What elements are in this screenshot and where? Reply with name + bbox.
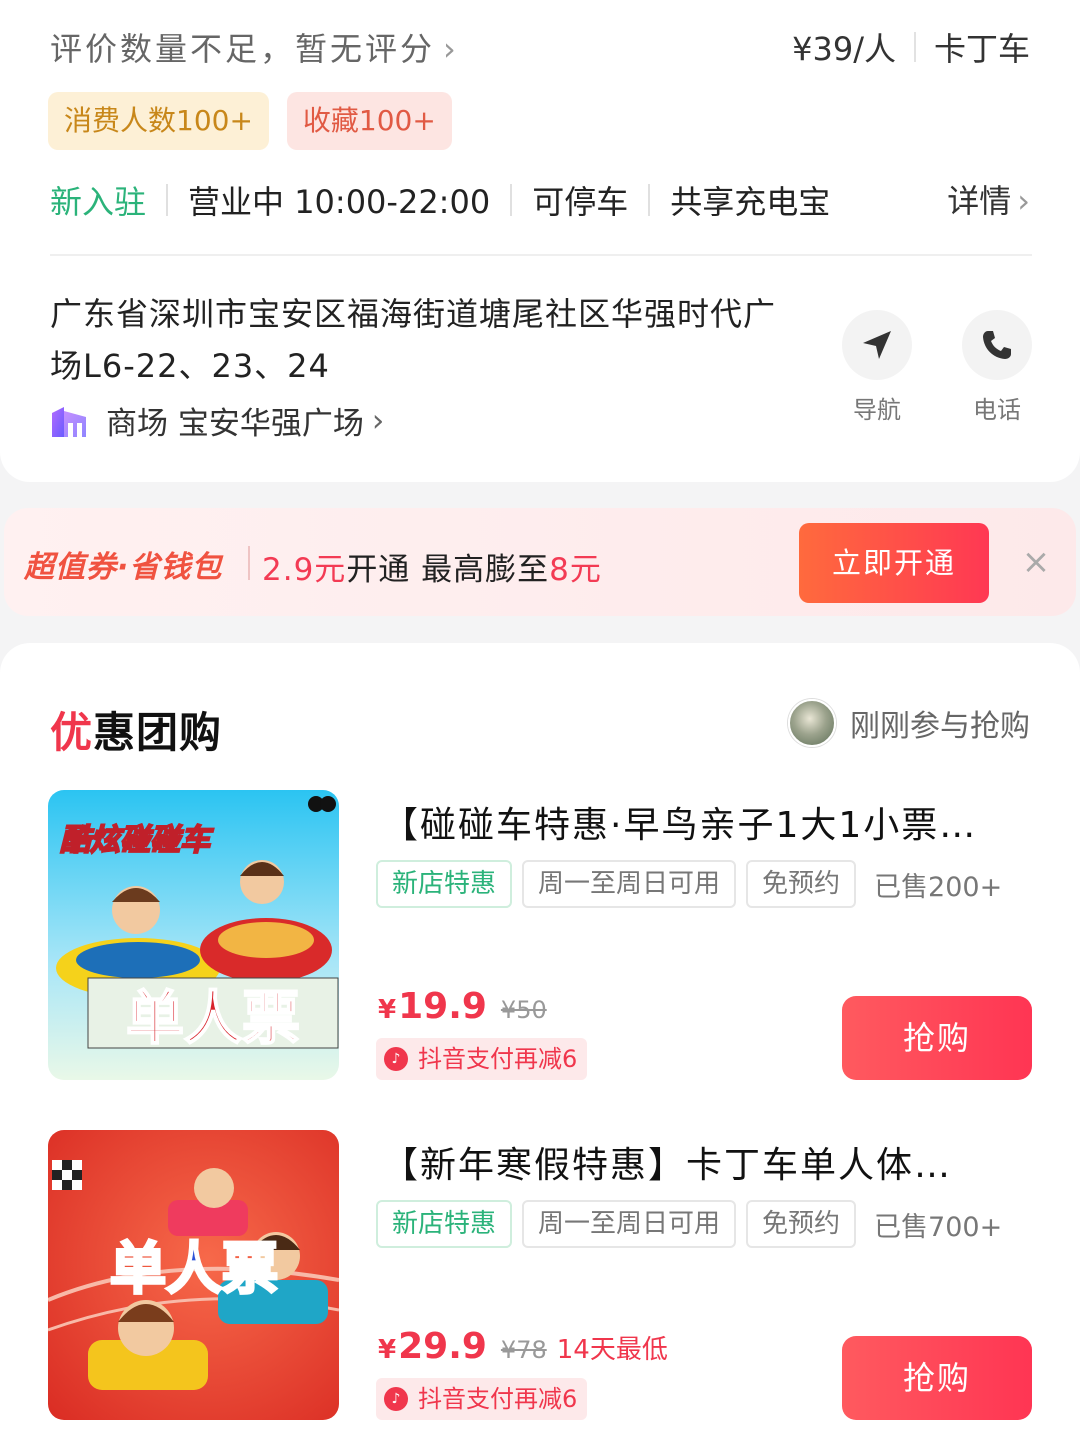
thumb-caption-main: 单人票 — [110, 1237, 278, 1302]
deal-tags: 新店特惠 周一至周日可用 免预约 已售700+ — [376, 1200, 1002, 1248]
deal-item[interactable]: 单人票 【新年寒假特惠】卡丁车单人体… 新店特惠 周一至周日可用 免预约 已售7… — [48, 1130, 1032, 1420]
mall-icon — [52, 406, 86, 437]
original-price: ¥50 — [500, 996, 547, 1024]
close-icon[interactable]: × — [1018, 544, 1054, 580]
promo-max-value: 8元 — [549, 552, 602, 588]
buy-button[interactable]: 抢购 — [842, 996, 1032, 1080]
deal-title[interactable]: 【碰碰车特惠·早鸟亲子1大1小票… — [382, 796, 1032, 848]
navigate-button[interactable]: 导航 — [840, 310, 914, 425]
avatar — [788, 699, 836, 747]
chevron-right-icon: › — [1017, 182, 1030, 220]
stat-chips: 消费人数100+ 收藏100+ — [48, 92, 452, 150]
chevron-right-icon: › — [443, 30, 459, 68]
section-title-rest: 惠团购 — [93, 708, 223, 757]
call-button[interactable]: 电话 — [960, 310, 1034, 425]
recent-purchase-text: 刚刚参与抢购 — [850, 709, 1030, 744]
tag-no-reservation: 免预约 — [746, 1200, 857, 1248]
section-title: 优惠团购 — [50, 699, 222, 760]
powerbank-label: 共享充电宝 — [670, 183, 831, 221]
thumb-caption-top: 酷炫碰碰车 — [60, 823, 214, 858]
douyin-discount-text: 抖音支付再减6 — [418, 1385, 578, 1413]
original-price: ¥78 — [500, 1336, 547, 1364]
divider — [913, 32, 916, 62]
divider — [50, 254, 1032, 256]
tag-availability: 周一至周日可用 — [522, 860, 737, 908]
bumper-car-illustration: 酷炫碰碰车 单人票 — [48, 790, 339, 1080]
promo-banner[interactable]: 超值券·省钱包 2.9元开通 最高膨至8元 立即开通 × — [4, 508, 1076, 616]
divider — [248, 546, 250, 580]
price-value: 29.9 — [398, 1326, 487, 1367]
deal-tags: 新店特惠 周一至周日可用 免预约 已售200+ — [376, 860, 1002, 908]
address-text[interactable]: 广东省深圳市宝安区福海街道塘尾社区华强时代广场L6-22、23、24 — [50, 288, 790, 392]
douyin-icon: ♪ — [384, 1387, 408, 1411]
rating-text: 评价数量不足，暂无评分 — [50, 30, 436, 68]
divider — [510, 184, 513, 216]
navigation-icon — [863, 331, 891, 359]
go-kart-illustration: 单人票 — [48, 1130, 339, 1420]
price-value: 19.9 — [398, 986, 487, 1027]
divider — [166, 184, 169, 216]
deal-price: ¥29.9 — [378, 1326, 487, 1367]
sold-count: 已售700+ — [874, 1211, 1003, 1243]
divider — [648, 184, 651, 216]
category-label: 卡丁车 — [933, 30, 1030, 68]
deal-title[interactable]: 【新年寒假特惠】卡丁车单人体… — [382, 1136, 1032, 1188]
phone-icon — [983, 331, 1011, 359]
group-deals-card: 优惠团购 刚刚参与抢购 酷炫碰碰车 单人票 【碰碰车特惠·早鸟亲子1大1小票… … — [0, 643, 1080, 1441]
open-now-button[interactable]: 立即开通 — [799, 523, 989, 603]
status-row[interactable]: 新入驻 营业中 10:00-22:00 可停车 共享充电宝 详情 › — [50, 176, 1030, 224]
recent-purchase: 刚刚参与抢购 — [788, 699, 1030, 747]
mall-name: 商场 宝安华强广场 — [106, 406, 364, 442]
douyin-discount-text: 抖音支付再减6 — [418, 1045, 578, 1073]
lowest-price-badge: 14天最低 — [556, 1335, 668, 1365]
promo-open-text: 开通 最高膨至 — [346, 552, 550, 588]
navigate-label: 导航 — [853, 396, 901, 424]
consumers-chip: 消费人数100+ — [48, 92, 269, 150]
sold-count: 已售200+ — [874, 871, 1003, 903]
deal-price: ¥19.9 — [378, 986, 487, 1027]
price-category: ¥39/人 卡丁车 — [792, 24, 1030, 70]
deal-item[interactable]: 酷炫碰碰车 单人票 【碰碰车特惠·早鸟亲子1大1小票… 新店特惠 周一至周日可用 — [48, 790, 1032, 1080]
tag-no-reservation: 免预约 — [746, 860, 857, 908]
favorites-chip: 收藏100+ — [286, 92, 452, 150]
deal-thumbnail[interactable]: 单人票 — [48, 1130, 339, 1420]
price-row: ¥29.9 ¥78 14天最低 — [378, 1326, 668, 1367]
call-label: 电话 — [973, 396, 1021, 424]
navigation-icon-wrap — [842, 310, 912, 380]
tag-new-store: 新店特惠 — [376, 1200, 513, 1248]
deal-thumbnail[interactable]: 酷炫碰碰车 单人票 — [48, 790, 339, 1080]
parking-label: 可停车 — [532, 183, 629, 221]
price-per-person: ¥39/人 — [792, 30, 896, 68]
tag-availability: 周一至周日可用 — [522, 1200, 737, 1248]
chevron-right-icon: › — [371, 402, 385, 439]
price-row: ¥19.9 ¥50 — [378, 986, 547, 1027]
thumb-caption-main: 单人票 — [126, 984, 300, 1052]
detail-label: 详情 — [947, 182, 1012, 220]
promo-price: 2.9元 — [262, 552, 347, 588]
douyin-discount: ♪ 抖音支付再减6 — [376, 1378, 588, 1420]
promo-text: 2.9元开通 最高膨至8元 — [262, 544, 602, 589]
currency-symbol: ¥ — [378, 995, 397, 1025]
detail-link[interactable]: 详情 › — [947, 176, 1030, 222]
rating-row: 评价数量不足，暂无评分 › ¥39/人 卡丁车 — [50, 18, 1030, 68]
shop-info-card: 评价数量不足，暂无评分 › ¥39/人 卡丁车 消费人数100+ 收藏100+ 新… — [0, 0, 1080, 482]
tag-new-store: 新店特惠 — [376, 860, 513, 908]
promo-brand: 超值券·省钱包 — [24, 550, 223, 585]
section-title-first-char: 优 — [50, 708, 94, 757]
buy-button[interactable]: 抢购 — [842, 1336, 1032, 1420]
mall-link[interactable]: 商场 宝安华强广场 › — [50, 398, 384, 443]
phone-icon-wrap — [962, 310, 1032, 380]
new-store-label: 新入驻 — [50, 183, 147, 221]
currency-symbol: ¥ — [378, 1335, 397, 1365]
douyin-discount: ♪ 抖音支付再减6 — [376, 1038, 588, 1080]
rating-link[interactable]: 评价数量不足，暂无评分 › — [50, 24, 459, 70]
business-hours: 营业中 10:00-22:00 — [188, 183, 491, 221]
douyin-icon: ♪ — [384, 1047, 408, 1071]
